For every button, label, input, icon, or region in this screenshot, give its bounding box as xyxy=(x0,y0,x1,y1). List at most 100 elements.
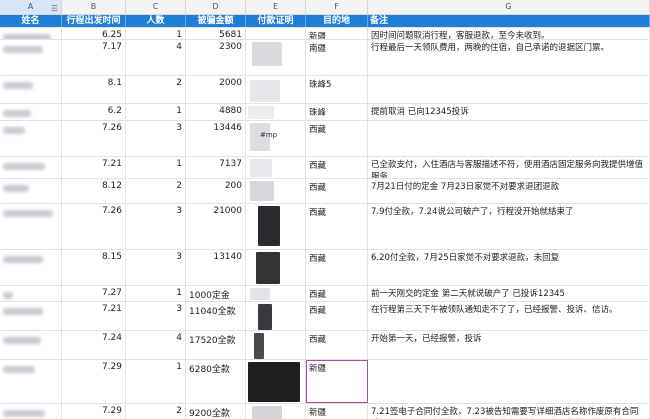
cell-proof[interactable] xyxy=(246,250,306,285)
header-amount[interactable]: 被骗金额 xyxy=(186,15,246,27)
cell-date[interactable]: 7.21 xyxy=(62,157,126,178)
cell-amount[interactable]: 5681 xyxy=(186,28,246,39)
cell-name[interactable] xyxy=(0,250,62,285)
cell-proof[interactable]: #mp xyxy=(246,121,306,156)
cell-name[interactable] xyxy=(0,40,62,75)
cell-people[interactable]: 4 xyxy=(126,331,186,359)
column-e-header[interactable]: E xyxy=(246,0,306,14)
cell-name[interactable] xyxy=(0,204,62,249)
cell-date[interactable]: 7.26 xyxy=(62,204,126,249)
cell-name[interactable] xyxy=(0,28,62,39)
cell-date[interactable]: 7.24 xyxy=(62,331,126,359)
header-date[interactable]: 行程出发时间 xyxy=(62,15,126,27)
cell-proof[interactable] xyxy=(246,404,306,419)
cell-dest[interactable]: 珠峰 xyxy=(306,104,368,120)
cell-name[interactable] xyxy=(0,404,62,419)
cell-dest[interactable]: 西藏 xyxy=(306,179,368,203)
header-people[interactable]: 人数 xyxy=(126,15,186,27)
cell-proof[interactable] xyxy=(246,179,306,203)
cell-people[interactable]: 2 xyxy=(126,179,186,203)
payment-proof-thumbnail[interactable] xyxy=(250,181,274,201)
cell-date[interactable]: 8.1 xyxy=(62,76,126,103)
table-row[interactable]: 7.29 1 6280全款 新疆 xyxy=(0,360,650,404)
cell-amount[interactable]: 1000定金 xyxy=(186,286,246,301)
column-g-header[interactable]: G xyxy=(368,0,650,14)
cell-note[interactable]: 7月21日付的定金 7月23日家觉不对要求退团退款 xyxy=(368,179,650,203)
cell-proof[interactable] xyxy=(246,286,306,301)
filter-icon[interactable]: ☰ xyxy=(51,2,58,16)
cell-note[interactable]: 行程最后一天领队费用，两晚的住宿，自己承诺的退据区门票。 xyxy=(368,40,650,75)
payment-proof-thumbnail[interactable] xyxy=(258,206,280,246)
cell-name[interactable] xyxy=(0,104,62,120)
cell-date[interactable]: 7.21 xyxy=(62,302,126,330)
column-f-header[interactable]: F xyxy=(306,0,368,14)
cell-dest[interactable]: 西藏 xyxy=(306,250,368,285)
cell-amount[interactable]: 200 xyxy=(186,179,246,203)
table-row[interactable]: 7.17 4 2300 南疆 行程最后一天领队费用，两晚的住宿，自己承诺的退据区门票。 xyxy=(0,40,650,76)
cell-proof[interactable] xyxy=(246,76,306,103)
payment-proof-thumbnail[interactable] xyxy=(258,304,272,330)
cell-date[interactable]: 7.27 xyxy=(62,286,126,301)
cell-proof[interactable] xyxy=(246,104,306,120)
cell-amount[interactable]: 2000 xyxy=(186,76,246,103)
cell-amount[interactable]: 17520全款 xyxy=(186,331,246,359)
table-row[interactable]: 7.26 3 13446 #mp 西藏 xyxy=(0,121,650,157)
cell-dest[interactable]: 西藏 xyxy=(306,331,368,359)
cell-people[interactable]: 2 xyxy=(126,404,186,419)
cell-note[interactable]: 7.21签电子合同付全款，7.23被告知需要写详细酒店名称作废原有合同重新签，作… xyxy=(368,404,650,419)
cell-people[interactable]: 1 xyxy=(126,104,186,120)
payment-proof-thumbnail[interactable] xyxy=(248,362,300,402)
cell-dest[interactable]: 西藏 xyxy=(306,286,368,301)
table-row[interactable]: 7.21 3 11040全款 西藏 在行程第三天下午被领队通知走不了了，已经报警、投诉、… xyxy=(0,302,650,331)
cell-date[interactable]: 8.15 xyxy=(62,250,126,285)
cell-proof[interactable] xyxy=(246,157,306,178)
cell-name[interactable] xyxy=(0,286,62,301)
header-note[interactable]: 备注 xyxy=(368,15,650,27)
cell-note[interactable]: 6.20付全款，7月25日家觉不对要求退款，未回复 xyxy=(368,250,650,285)
cell-note[interactable] xyxy=(368,76,650,103)
table-row[interactable]: 6.2 1 4880 珠峰 提前取消 已向12345投诉 xyxy=(0,104,650,121)
header-destination[interactable]: 目的地 xyxy=(306,15,368,27)
cell-people[interactable]: 1 xyxy=(126,360,186,403)
table-row[interactable]: 6.25 1 5681 新疆 因时间问题取消行程，客服退款，至今未收到。 xyxy=(0,28,650,40)
cell-date[interactable]: 6.2 xyxy=(62,104,126,120)
cell-people[interactable]: 1 xyxy=(126,157,186,178)
cell-amount[interactable]: 13446 xyxy=(186,121,246,156)
cell-proof[interactable] xyxy=(246,302,306,330)
column-c-header[interactable]: C xyxy=(126,0,186,14)
cell-people[interactable]: 4 xyxy=(126,40,186,75)
payment-proof-thumbnail[interactable] xyxy=(252,406,282,419)
cell-date[interactable]: 7.17 xyxy=(62,40,126,75)
cell-people[interactable]: 3 xyxy=(126,204,186,249)
cell-name[interactable] xyxy=(0,302,62,330)
cell-note[interactable]: 在行程第三天下午被领队通知走不了了，已经报警、投诉、信访。 xyxy=(368,302,650,330)
cell-name[interactable] xyxy=(0,157,62,178)
cell-people[interactable]: 1 xyxy=(126,286,186,301)
cell-name[interactable] xyxy=(0,76,62,103)
cell-amount[interactable]: 6280全款 xyxy=(186,360,246,403)
cell-name[interactable] xyxy=(0,121,62,156)
cell-note[interactable]: 已全款支付，入住酒店与客服描述不符，使用酒店固定服务向我提供增值服务 xyxy=(368,157,650,178)
cell-proof[interactable] xyxy=(246,28,306,39)
cell-date[interactable]: 7.26 xyxy=(62,121,126,156)
payment-proof-thumbnail[interactable] xyxy=(250,288,270,300)
header-name[interactable]: 姓名 xyxy=(0,15,62,27)
cell-date[interactable]: 7.29 xyxy=(62,404,126,419)
table-row[interactable]: 7.24 4 17520全款 西藏 开始第一天，已经报警，投诉 xyxy=(0,331,650,360)
payment-proof-thumbnail[interactable] xyxy=(248,106,274,119)
payment-proof-thumbnail[interactable] xyxy=(252,42,282,66)
cell-note[interactable]: 7.9付全款，7.24说公司破产了，行程没开始就结束了 xyxy=(368,204,650,249)
table-row[interactable]: 8.15 3 13140 西藏 6.20付全款，7月25日家觉不对要求退款，未回复 xyxy=(0,250,650,286)
cell-dest[interactable]: 西藏 xyxy=(306,157,368,178)
cell-people[interactable]: 1 xyxy=(126,28,186,39)
cell-amount[interactable]: 2300 xyxy=(186,40,246,75)
table-row[interactable]: 7.21 1 7137 西藏 已全款支付，入住酒店与客服描述不符，使用酒店固定服务向我提… xyxy=(0,157,650,179)
cell-dest[interactable]: 新疆 xyxy=(306,28,368,39)
cell-note[interactable]: 提前取消 已向12345投诉 xyxy=(368,104,650,120)
header-proof[interactable]: 付款证明 xyxy=(246,15,306,27)
cell-amount[interactable]: 7137 xyxy=(186,157,246,178)
payment-proof-thumbnail[interactable] xyxy=(250,159,272,177)
cell-note[interactable]: 前一天刚交的定金 第二天就说破产了 已投诉12345 xyxy=(368,286,650,301)
cell-amount[interactable]: 11040全款 xyxy=(186,302,246,330)
cell-note[interactable] xyxy=(368,360,650,403)
